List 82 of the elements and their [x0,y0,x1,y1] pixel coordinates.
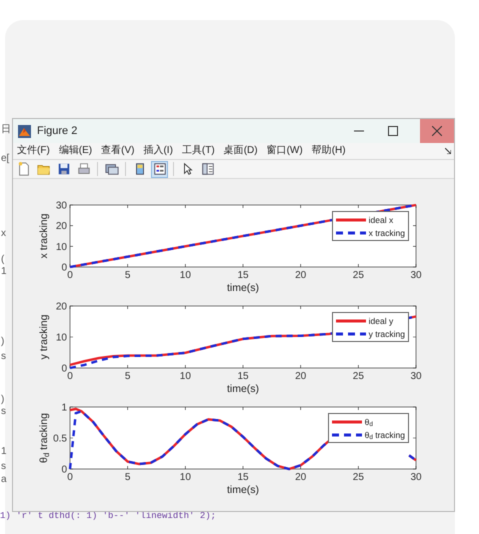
tick-label: 10 [56,242,67,253]
tick-label: 5 [124,371,130,382]
menu-item[interactable]: 帮助(H) [312,145,346,157]
menu-item[interactable]: 工具(T) [182,145,215,157]
tick-label: 25 [352,472,364,483]
legend-label: θ$_{d}$ tracking [364,430,405,440]
solid-line-sample [336,318,366,322]
tick-label: 15 [237,270,249,281]
tick-label: 15 [237,472,249,483]
tick-label: 30 [410,270,422,281]
tick-label: 20 [295,270,306,281]
tick-label: 5 [124,472,130,483]
close-button[interactable] [420,119,454,143]
axis-label: y tracking [38,314,50,360]
tick-label: 30 [410,371,422,382]
tick-label: 0 [61,364,67,374]
axis-label: x tracking [38,214,50,258]
dashed-line-sample [332,432,362,436]
dock-arrow-icon[interactable] [445,148,451,154]
editor-text: 1 [1,266,7,277]
tick-label: 0.5 [53,434,67,444]
editor-text: s [1,406,6,417]
editor-text: x [1,228,6,239]
window-title: Figure 2 [37,124,78,139]
tick-label: 1 [61,402,67,414]
tick-label: 25 [352,371,364,382]
menu-item[interactable]: 编辑(E) [58,145,92,157]
tick-label: 20 [295,472,306,483]
printer-icon [76,162,90,176]
tick-label: 0 [67,472,73,483]
tick-label: 30 [56,200,67,212]
close-icon [432,126,442,136]
axis-label: time(s) [226,484,260,496]
tick-label: 10 [180,472,191,483]
editor-text: a [1,474,7,485]
window-stack-icon [104,162,118,176]
dashed-line-sample [336,230,366,234]
tick-label: 10 [180,371,191,382]
tick-label: 10 [180,270,191,281]
menu-item[interactable]: 插入(I) [143,145,173,157]
editor-text: ) [1,336,4,347]
editor-text: ( [1,254,4,265]
tick-label: 20 [56,221,67,232]
editor-text: 日 [1,124,11,135]
editor-text: 1 [1,446,7,457]
property-panel-icon [200,162,214,176]
app-logo-icon [18,124,31,138]
menu-item[interactable]: 窗口(W) [266,145,303,157]
menu-item[interactable]: 桌面(D) [224,145,258,157]
editor-text: s [1,461,6,472]
editor-text: ) [1,394,4,405]
menu-item[interactable]: 文件(F) [17,145,50,157]
tick-label: 20 [56,302,67,312]
tick-label: 0 [61,262,67,274]
tick-label: 5 [124,270,130,281]
editor-text: e[ [1,153,10,164]
tick-label: 30 [410,472,422,483]
tick-label: 0 [67,270,73,281]
legend-label: x tracking [368,228,405,238]
tick-label: 20 [295,371,306,382]
tick-label: 0 [67,371,73,382]
new-file-icon [16,162,30,176]
axis-label: time(s) [226,282,260,294]
legend-label: ideal x [368,214,394,224]
menu-item[interactable]: 查看(V) [101,145,134,157]
tick-label: 25 [352,270,364,281]
tick-label: 15 [237,371,249,382]
legend-label: y tracking [368,328,405,338]
tick-label: 0 [61,464,67,476]
legend-icon [152,162,166,176]
legend-label: θ$_{d}$ [364,416,373,426]
save-icon [56,162,70,176]
tick-label: 10 [56,332,67,344]
legend-label: ideal y [368,316,394,326]
legend-button[interactable] [151,160,168,178]
solid-line-sample [332,420,362,424]
solid-line-sample [336,218,366,222]
axis-label: time(s) [226,383,260,395]
maximize-button[interactable] [388,126,398,136]
editor-text: s [1,351,6,362]
folder-icon [36,162,50,176]
dashed-line-sample [336,332,366,336]
